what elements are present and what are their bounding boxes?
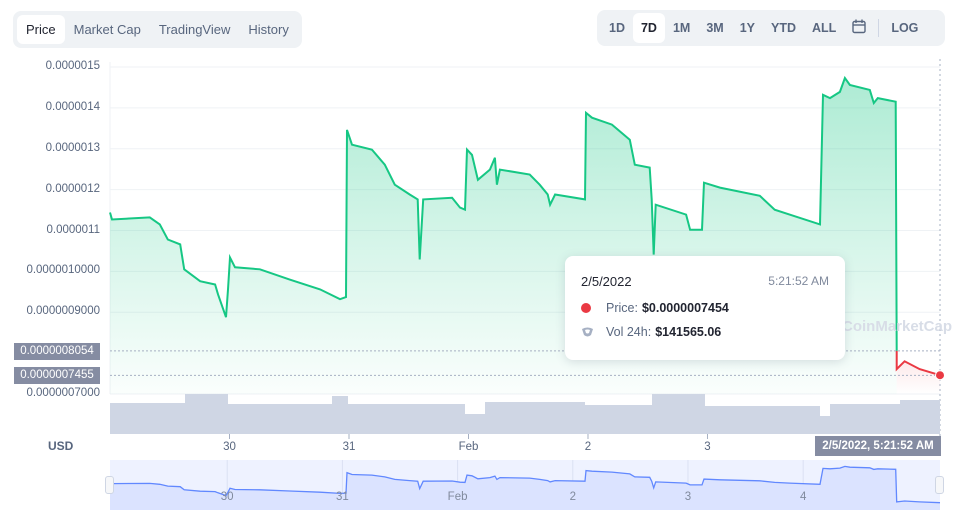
y-tick-label: 0.0000014 [45,100,100,113]
tooltip-time: 5:21:52 AM [768,274,829,288]
volume-label: Vol 24h: [606,325,652,339]
navigator-tick-label: 30 [220,491,234,503]
tooltip: 2/5/2022 5:21:52 AM Price: $0.0000007454… [565,256,845,360]
x-tick-label: 2 [584,441,592,453]
tooltip-volume-row: Vol 24h: $141565.06 [581,325,721,339]
x-tick-label: 30 [223,441,236,453]
tooltip-price-row: Price: $0.0000007454 [581,301,729,315]
navigator-tick-label: 4 [799,491,807,503]
y-tick-label: 0.0000011 [46,223,100,236]
x-tick-label: 31 [342,441,356,453]
tooltip-date: 2/5/2022 [581,274,632,289]
x-tick-label: Feb [458,441,479,453]
volume-icon [582,327,593,336]
y-tick-label: 0.0000007000 [26,387,100,399]
watermark: CoinMarketCap [842,318,953,335]
volume-bars [110,394,940,434]
navigator-tick-label: 31 [335,491,349,503]
volume-value: $141565.06 [655,325,722,339]
crosshair-x-label: 2/5/2022, 5:21:52 AM [815,436,941,456]
navigator-tick-label: 2 [569,491,576,503]
y-tick-label: 0.0000009000 [26,305,100,318]
y-tick-label: 0.0000013 [45,141,100,154]
x-tick-label: 3 [704,441,711,453]
y-tick-label: 0.0000015 [45,60,100,72]
navigator-left-handle[interactable] [105,476,114,494]
current-price-marker [935,370,945,381]
price-dot-icon [581,303,591,313]
currency-label: USD [48,439,74,453]
y-tick-label: 0.0000010000 [26,264,100,277]
navigator-tick-label: 3 [684,491,692,503]
y-tick-label: 0.0000012 [45,182,100,195]
price-label: Price: [606,301,638,315]
navigator-tick-label: Feb [447,491,468,503]
price-value: $0.0000007454 [641,301,729,315]
price-highlight-label: 0.0000007455 [14,367,100,385]
navigator-right-handle[interactable] [935,476,944,494]
price-highlight-label: 0.0000008054 [14,342,100,360]
